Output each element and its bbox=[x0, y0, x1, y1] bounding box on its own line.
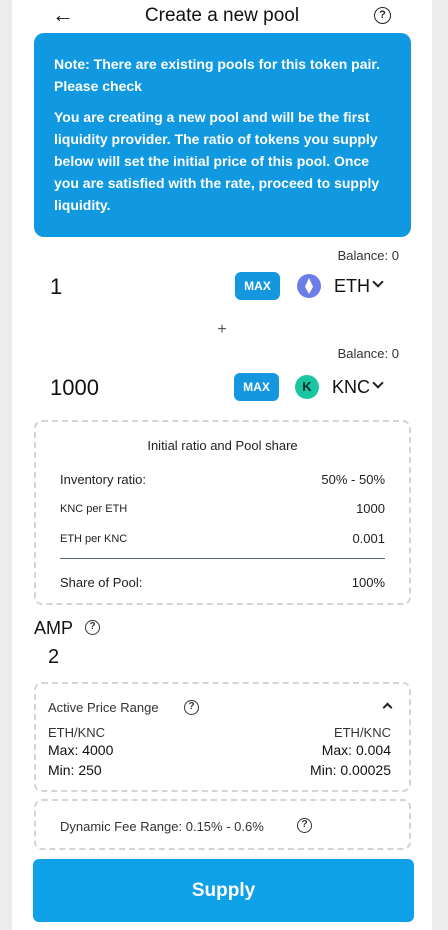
ethereum-icon bbox=[297, 274, 321, 298]
token-b-balance: Balance: 0 bbox=[337, 346, 399, 361]
dynamic-fee-panel: Dynamic Fee Range: 0.15% - 0.6% ? bbox=[34, 799, 411, 850]
token-b-max-button[interactable]: MAX bbox=[234, 373, 279, 401]
plus-sign: + bbox=[217, 321, 227, 338]
existing-pools-note: Note: There are existing pools for this … bbox=[54, 56, 380, 94]
knc-per-eth-label: KNC per ETH bbox=[60, 503, 128, 515]
token-a-symbol[interactable]: ETH bbox=[334, 276, 370, 297]
amp-input[interactable]: 2 bbox=[34, 644, 124, 670]
right-max-price: Max: 0.004 bbox=[321, 742, 391, 758]
token-a-amount-input[interactable]: 1 bbox=[50, 274, 62, 300]
fee-help-icon[interactable]: ? bbox=[297, 818, 312, 833]
help-icon[interactable]: ? bbox=[374, 7, 391, 24]
share-of-pool-value: 100% bbox=[351, 575, 385, 590]
inventory-ratio-value: 50% - 50% bbox=[321, 472, 385, 487]
ratio-divider bbox=[60, 558, 385, 559]
price-range-help-icon[interactable]: ? bbox=[184, 700, 199, 715]
right-min-price: Min: 0.00025 bbox=[310, 762, 391, 778]
amp-label: AMP bbox=[34, 618, 74, 638]
left-max-price: Max: 4000 bbox=[48, 742, 114, 758]
page-title: Create a new pool bbox=[144, 5, 300, 26]
ratio-pool-share-panel: Initial ratio and Pool share Inventory r… bbox=[34, 420, 411, 605]
left-min-price: Min: 250 bbox=[48, 762, 102, 778]
token-a-input-row: 1 MAX ETH bbox=[34, 263, 410, 309]
amp-value: 2 bbox=[48, 646, 60, 668]
chevron-up-icon[interactable] bbox=[382, 702, 393, 713]
active-price-range-title: Active Price Range bbox=[48, 700, 159, 715]
token-a-balance: Balance: 0 bbox=[337, 248, 399, 263]
dynamic-fee-range: Dynamic Fee Range: 0.15% - 0.6% bbox=[60, 819, 264, 834]
kyber-network-icon bbox=[295, 375, 319, 399]
knc-per-eth-value: 1000 bbox=[356, 501, 385, 516]
first-provider-note: You are creating a new pool and will be … bbox=[54, 109, 380, 213]
token-b-amount-input[interactable]: 1000 bbox=[50, 375, 99, 401]
new-pool-notice: Note: There are existing pools for this … bbox=[34, 33, 411, 237]
share-of-pool-label: Share of Pool: bbox=[60, 575, 143, 590]
amp-help-icon[interactable]: ? bbox=[85, 620, 100, 635]
right-pair-label: ETH/KNC bbox=[333, 725, 391, 740]
inventory-ratio-label: Inventory ratio: bbox=[60, 472, 146, 487]
active-price-range-panel: Active Price Range ? ETH/KNC Max: 4000 M… bbox=[34, 682, 411, 792]
token-a-max-button[interactable]: MAX bbox=[235, 272, 280, 300]
eth-per-knc-value: 0.001 bbox=[352, 531, 385, 546]
page-header: ← Create a new pool ? bbox=[12, 0, 432, 30]
token-b-symbol[interactable]: KNC bbox=[332, 377, 370, 398]
left-pair-label: ETH/KNC bbox=[48, 725, 106, 740]
token-b-input-row: 1000 MAX KNC bbox=[34, 364, 410, 410]
ratio-title: Initial ratio and Pool share bbox=[147, 438, 298, 453]
eth-per-knc-label: ETH per KNC bbox=[60, 533, 128, 545]
create-pool-page: ← Create a new pool ? Note: There are ex… bbox=[12, 0, 432, 930]
supply-button[interactable]: Supply bbox=[33, 859, 414, 922]
token-a-chevron-down-icon[interactable] bbox=[372, 276, 384, 288]
token-b-chevron-down-icon[interactable] bbox=[372, 377, 384, 389]
